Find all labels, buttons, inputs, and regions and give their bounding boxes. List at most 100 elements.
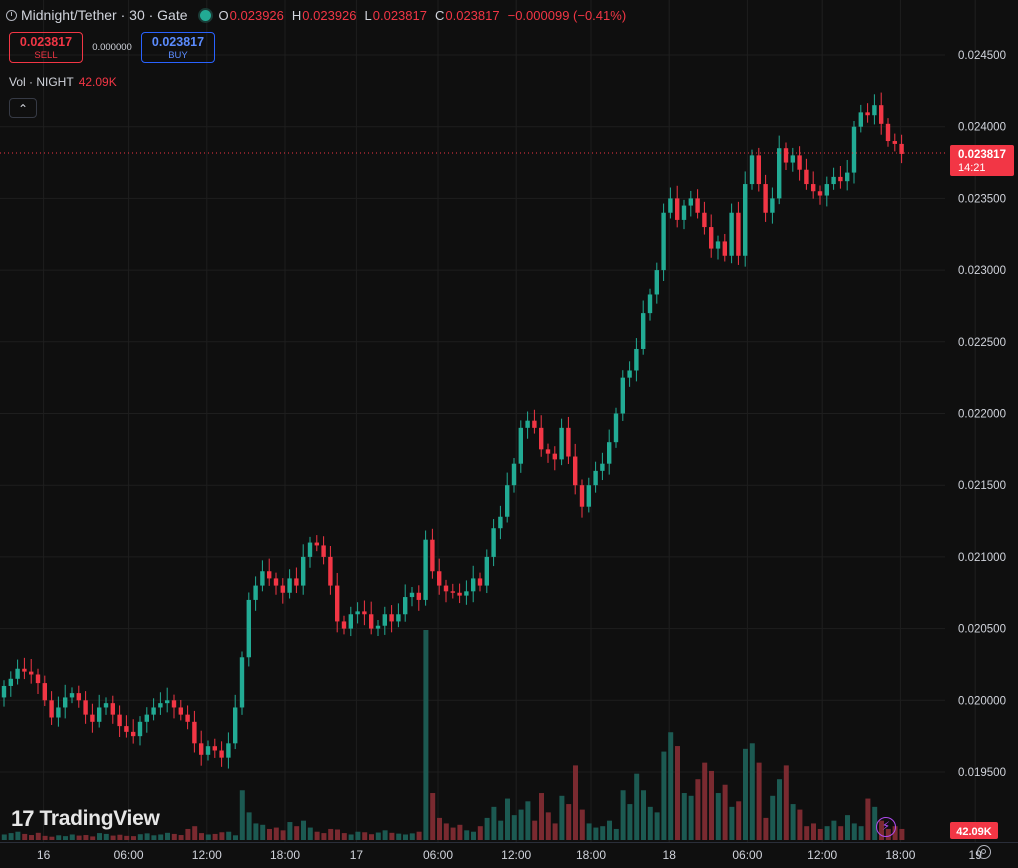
- high-value: 0.023926: [302, 7, 357, 23]
- candle-body: [872, 105, 877, 116]
- volume-bar: [736, 801, 742, 840]
- volume-bar: [178, 835, 184, 840]
- candle-body: [607, 442, 612, 464]
- clock-icon: [6, 9, 17, 21]
- volume-bar: [620, 790, 626, 840]
- volume-bar: [443, 823, 449, 840]
- candle-body: [437, 571, 442, 586]
- candle-body: [335, 585, 340, 622]
- sell-button[interactable]: 0.023817 SELL: [9, 32, 83, 63]
- volume-bar: [382, 830, 388, 840]
- low-value: 0.023817: [372, 7, 427, 23]
- candle-body: [573, 456, 578, 486]
- volume-bar: [76, 835, 82, 840]
- volume-bar: [423, 630, 429, 840]
- volume-bar: [709, 770, 714, 840]
- x-tick-label: 18:00: [270, 848, 300, 862]
- volume-bar: [702, 762, 708, 840]
- volume-bar: [69, 834, 75, 840]
- candle-body: [423, 539, 428, 600]
- volume-bar: [287, 822, 293, 840]
- candle-body: [539, 427, 544, 450]
- symbol-legend: Midnight/Tether · 30 · Gate O 0.023926 H0…: [6, 4, 634, 26]
- candle-body: [634, 348, 639, 371]
- candle-body: [97, 707, 102, 722]
- volume-bar: [416, 831, 422, 840]
- candle-body: [117, 714, 122, 727]
- candle-body: [375, 625, 381, 629]
- symbol-title[interactable]: Midnight/Tether · 30 · Gate: [21, 7, 188, 23]
- volume-legend[interactable]: Vol · NIGHT 42.09K: [9, 75, 117, 89]
- candle-body: [233, 707, 238, 744]
- candle-body: [804, 169, 809, 185]
- settings-gear-icon[interactable]: [977, 845, 991, 859]
- volume-value-label: 42.09K: [956, 826, 992, 838]
- volume-bar: [97, 833, 102, 840]
- candle-body: [29, 671, 34, 675]
- candle-body: [892, 141, 897, 144]
- volume-bar: [777, 779, 782, 840]
- candle-body: [709, 227, 714, 249]
- volume-bar: [437, 817, 442, 840]
- candle-body: [899, 143, 904, 154]
- candle-body: [579, 485, 585, 507]
- candle-body: [321, 545, 326, 557]
- volume-bar: [185, 828, 191, 840]
- volume-bar: [110, 835, 116, 840]
- y-tick-label: 0.021000: [958, 552, 1006, 564]
- candle-body: [525, 420, 530, 428]
- flash-icon[interactable]: ⚡: [876, 817, 896, 837]
- volume-bar: [505, 798, 510, 840]
- candle-body: [348, 614, 353, 629]
- candle-body: [532, 420, 537, 428]
- volume-bar: [559, 795, 565, 840]
- volume-bar: [450, 827, 456, 840]
- volume-bar: [477, 826, 483, 840]
- candle-body: [681, 205, 687, 220]
- candle-body: [675, 198, 680, 220]
- candle-body: [314, 542, 319, 546]
- candlesticks: [1, 92, 904, 769]
- candle-body: [158, 703, 163, 708]
- volume-bar: [307, 827, 313, 840]
- candle-body: [518, 427, 523, 464]
- candle-body: [879, 105, 884, 124]
- y-tick-label: 0.024500: [958, 50, 1006, 62]
- volume-bar: [335, 829, 340, 840]
- candle-body: [307, 542, 313, 557]
- open-label: O: [218, 7, 229, 23]
- volume-bar: [566, 804, 572, 840]
- candle-body: [83, 700, 88, 715]
- volume-legend-label: Vol · NIGHT: [9, 75, 74, 89]
- volume-bar: [722, 784, 728, 840]
- volume-bar: [199, 833, 204, 840]
- volume-bar: [246, 812, 252, 840]
- y-tick-label: 0.020500: [958, 624, 1006, 636]
- volume-bar: [634, 773, 640, 840]
- price-change: −0.000099 (−0.41%): [507, 7, 627, 23]
- collapse-legend-button[interactable]: ⌃: [9, 98, 37, 118]
- volume-bar: [464, 830, 470, 840]
- candle-body: [76, 693, 81, 701]
- volume-bar: [824, 826, 830, 840]
- volume-bar: [627, 804, 633, 840]
- volume-bar: [430, 793, 436, 840]
- candle-body: [389, 614, 394, 622]
- tradingview-logo[interactable]: 17 TradingView: [11, 806, 160, 832]
- buy-label: BUY: [168, 50, 188, 61]
- buy-button[interactable]: 0.023817 BUY: [141, 32, 215, 63]
- volume-bar: [586, 823, 592, 840]
- x-tick-label: 16: [37, 848, 51, 862]
- candle-body: [239, 657, 245, 708]
- candle-body: [165, 700, 170, 704]
- volume-bar: [743, 748, 748, 840]
- candle-body: [382, 614, 387, 626]
- candle-body: [763, 184, 768, 213]
- volume-bar: [301, 820, 306, 840]
- open-value: 0.023926: [229, 7, 284, 23]
- price-chart[interactable]: 0.02381714:2142.09K 0.0245000.0240000.02…: [0, 0, 1018, 868]
- volume-bar: [29, 835, 34, 840]
- candle-body: [63, 697, 68, 708]
- volume-bar: [294, 826, 300, 840]
- volume-bar: [532, 820, 538, 840]
